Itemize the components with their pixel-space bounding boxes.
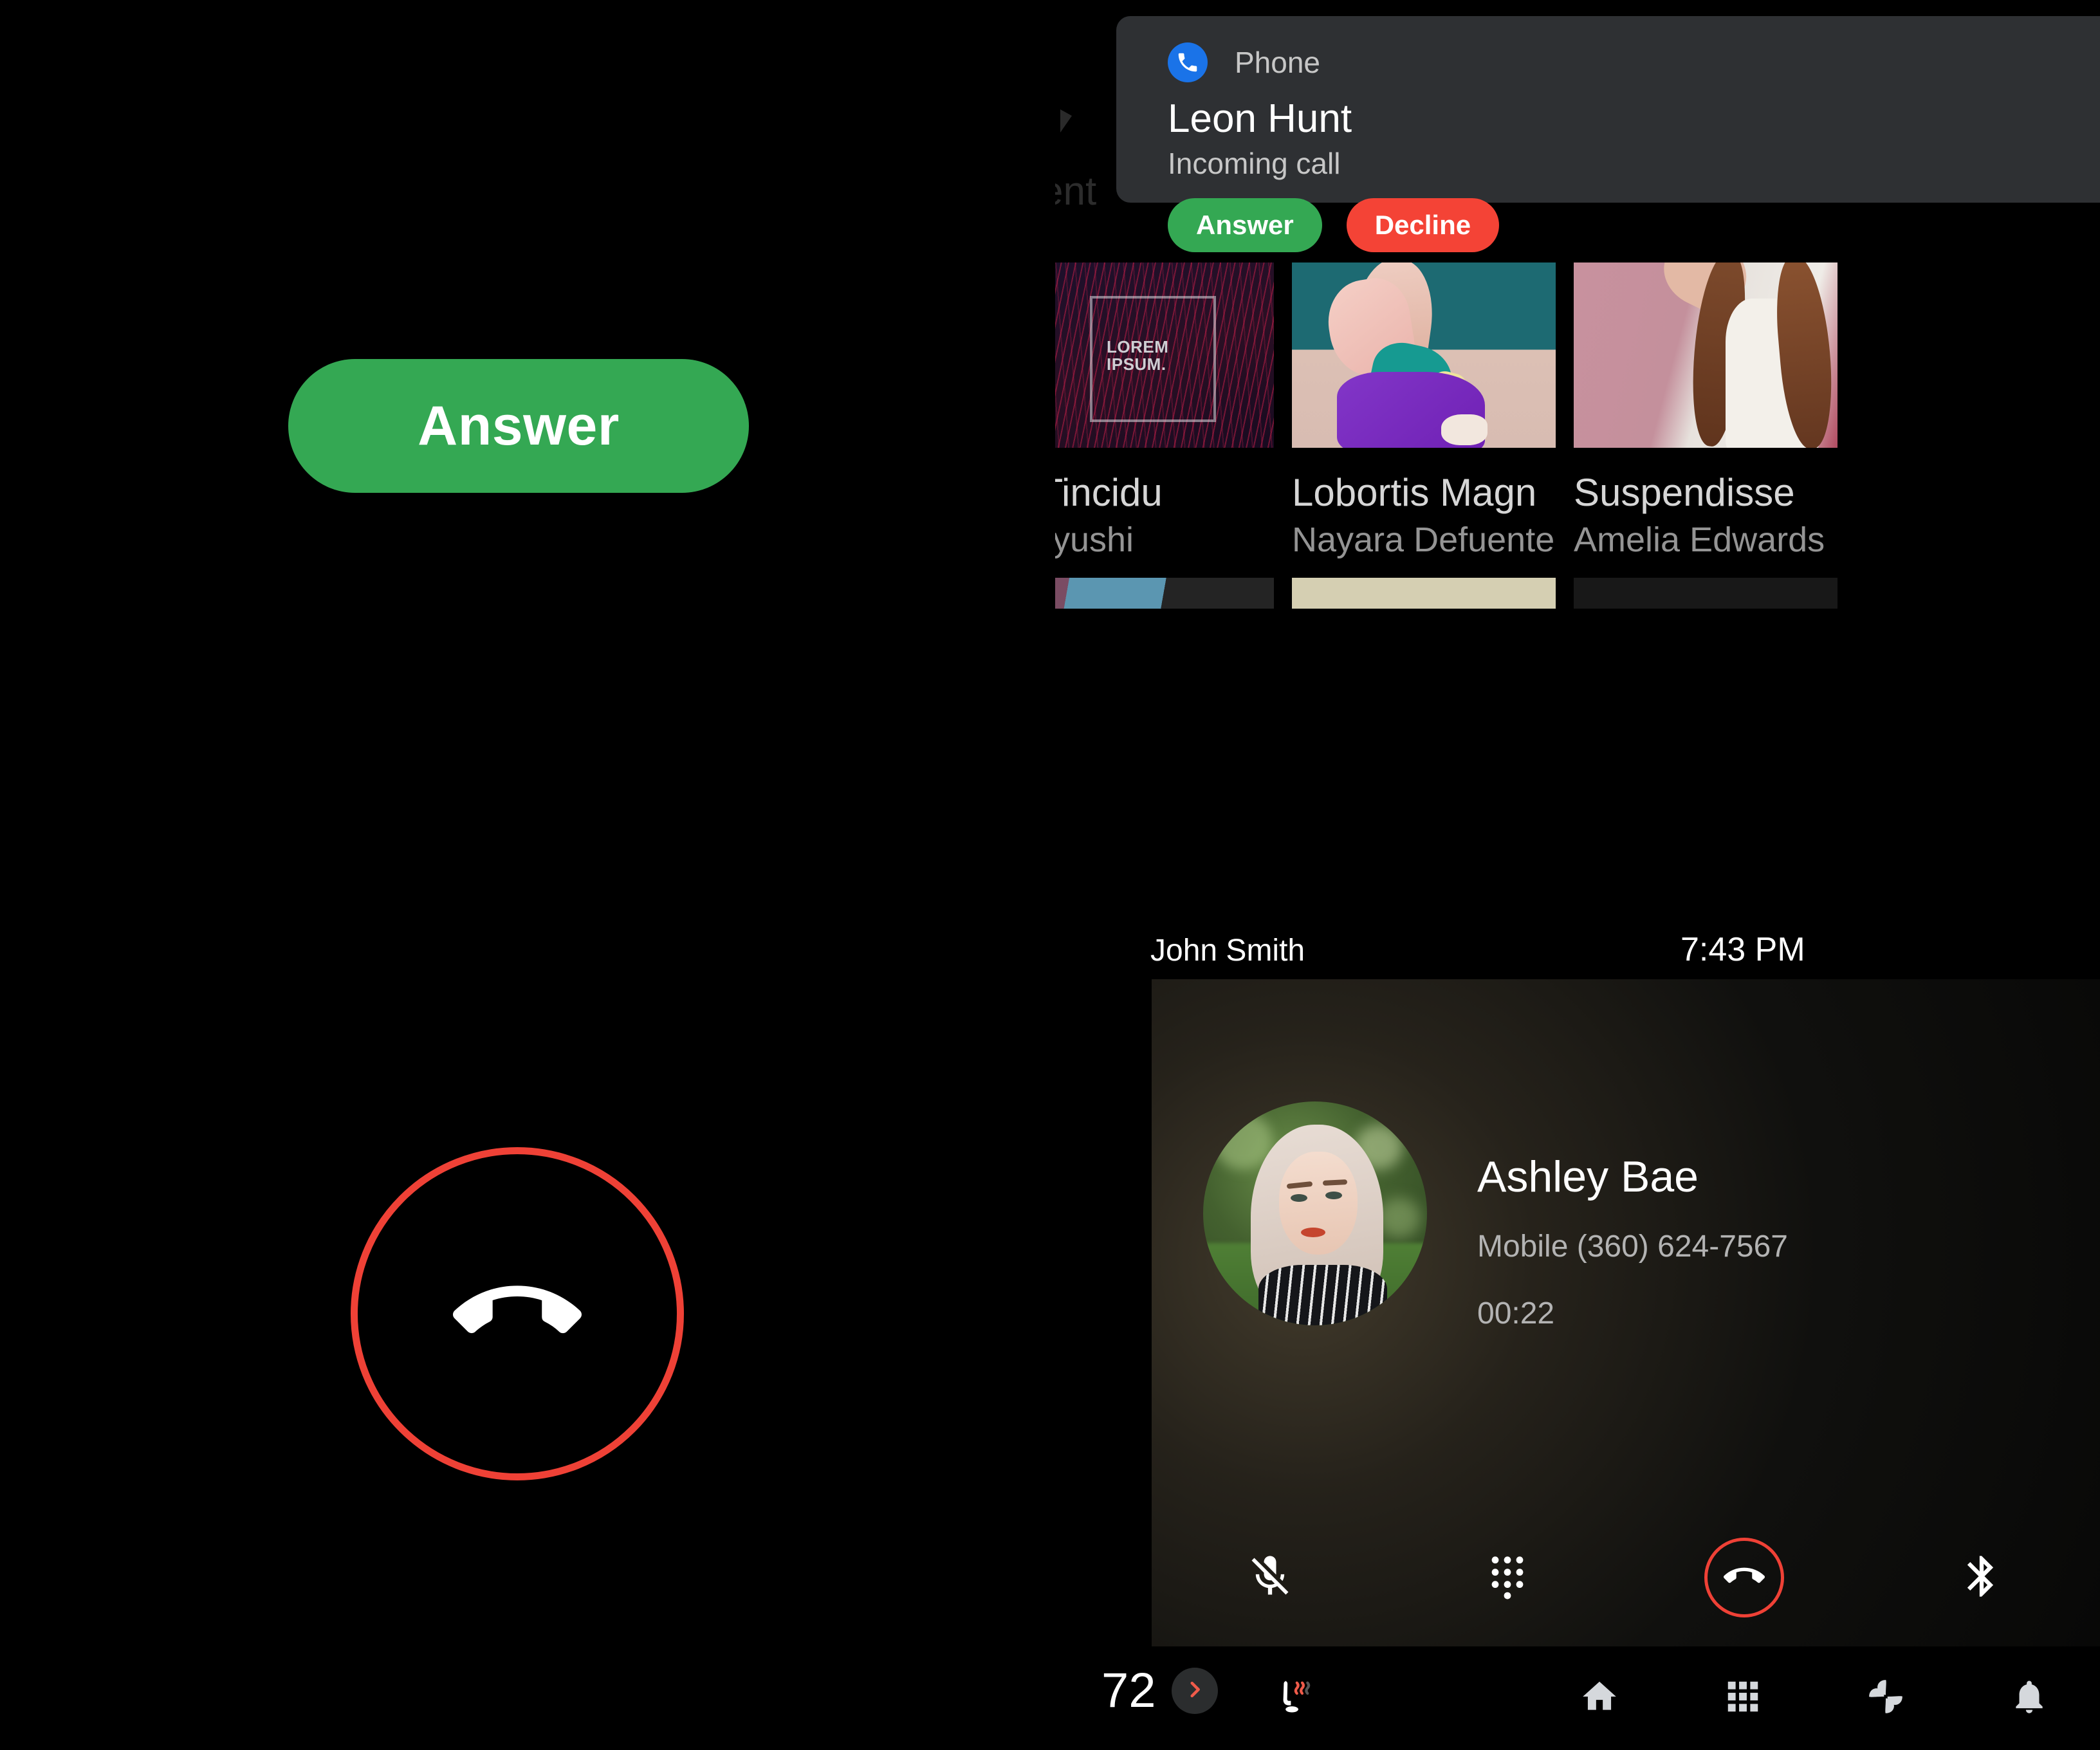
end-call-button[interactable] (1626, 1513, 1863, 1642)
answer-button[interactable]: Answer (288, 359, 749, 493)
media-artist: Nayara Defuente (1292, 520, 1555, 559)
home-icon (1580, 1677, 1619, 1720)
temperature-control[interactable]: 72 (1101, 1666, 1218, 1715)
album-art-fashion (1292, 262, 1556, 448)
notification-app-row: Phone (1168, 39, 2070, 86)
dialpad-icon (1483, 1552, 1532, 1604)
phone-icon (1168, 42, 1208, 82)
media-artist: i Ryushi (1055, 520, 1134, 559)
heated-seat-icon (1274, 1681, 1316, 1720)
media-thumbnail: LOREM IPSUM. (1055, 262, 1274, 448)
media-title: Lobortis Magn (1292, 471, 1537, 514)
nav-notifications-button[interactable] (2000, 1670, 2059, 1726)
media-card[interactable]: LOREM IPSUM. s Tincidu i Ryushi (1055, 262, 1274, 609)
notification-bell-icon (2009, 1677, 2049, 1720)
call-contact-name: Ashley Bae (1477, 1152, 1699, 1201)
media-strip (1055, 577, 1274, 609)
bluetooth-icon (1957, 1552, 2006, 1604)
notification-decline-button[interactable]: Decline (1346, 198, 1500, 252)
dialpad-button[interactable] (1389, 1513, 1626, 1642)
apps-grid-icon (1723, 1677, 1763, 1720)
media-thumbnail (1292, 262, 1556, 448)
media-card[interactable]: Suspendisse Amelia Edwards (1574, 262, 1838, 609)
art-lorem-text: LOREM IPSUM. (1107, 337, 1169, 374)
notification-app-name: Phone (1235, 46, 1321, 79)
notification-status-text: Incoming call (1168, 147, 1341, 181)
album-art-portrait (1574, 262, 1838, 448)
media-strip (1292, 577, 1556, 609)
climate-fan-icon (1866, 1677, 1906, 1720)
car-infotainment-screen: Answer ent LOREM IPSUM. (0, 0, 2100, 1750)
call-controls-row (1152, 1513, 2100, 1642)
temperature-expand-button[interactable] (1171, 1668, 1218, 1714)
notification-caller-name: Leon Hunt (1168, 97, 1352, 141)
media-card[interactable]: Lobortis Magn Nayara Defuente (1292, 262, 1556, 609)
call-end-icon (453, 1248, 582, 1380)
call-end-icon (1724, 1556, 1765, 1600)
nav-apps-button[interactable] (1713, 1670, 1773, 1726)
status-line: John Smith 7:43 PM (1055, 931, 2100, 972)
avatar (1203, 1101, 1427, 1325)
bottom-nav-bar: 72 (1055, 1647, 2100, 1750)
mute-icon (1246, 1552, 1294, 1604)
background-caret-icon (1060, 109, 1072, 133)
bluetooth-button[interactable] (1863, 1513, 2100, 1642)
car-home-panel: ent LOREM IPSUM. s Tincidu i Ryushi (1055, 0, 2100, 1750)
call-duration: 00:22 (1477, 1296, 1555, 1331)
notification-answer-button[interactable]: Answer (1168, 198, 1322, 252)
temperature-value: 72 (1101, 1663, 1156, 1718)
nav-home-button[interactable] (1570, 1670, 1629, 1726)
ongoing-call-card[interactable]: Ashley Bae Mobile (360) 624-7567 00:22 (1152, 979, 2100, 1646)
status-clock: 7:43 PM (1681, 931, 1805, 968)
incoming-call-panel: Answer (0, 0, 1055, 1750)
hangup-button[interactable] (351, 1147, 684, 1480)
media-title: s Tincidu (1055, 471, 1163, 514)
media-title: Suspendisse (1574, 471, 1795, 514)
status-user-name: John Smith (1150, 934, 1305, 968)
nav-climate-button[interactable] (1856, 1670, 1915, 1726)
background-ghost-text: ent (1055, 169, 1097, 214)
incoming-call-notification[interactable]: Phone Leon Hunt Incoming call Answer Dec… (1116, 16, 2100, 252)
media-strip (1574, 577, 1838, 609)
nav-icon-group (1570, 1670, 2059, 1726)
notification-actions: Answer Decline (1168, 198, 2070, 252)
heated-seat-button[interactable] (1274, 1675, 1316, 1721)
album-art-lorem-ipsum: LOREM IPSUM. (1055, 262, 1274, 448)
mute-button[interactable] (1152, 1513, 1389, 1642)
media-card-row: LOREM IPSUM. s Tincidu i Ryushi (1055, 262, 1838, 609)
call-phone-number: Mobile (360) 624-7567 (1477, 1230, 1788, 1264)
media-artist: Amelia Edwards (1574, 520, 1825, 559)
chevron-right-icon (1184, 1679, 1206, 1704)
end-call-circle (1704, 1538, 1785, 1617)
media-thumbnail (1574, 262, 1838, 448)
